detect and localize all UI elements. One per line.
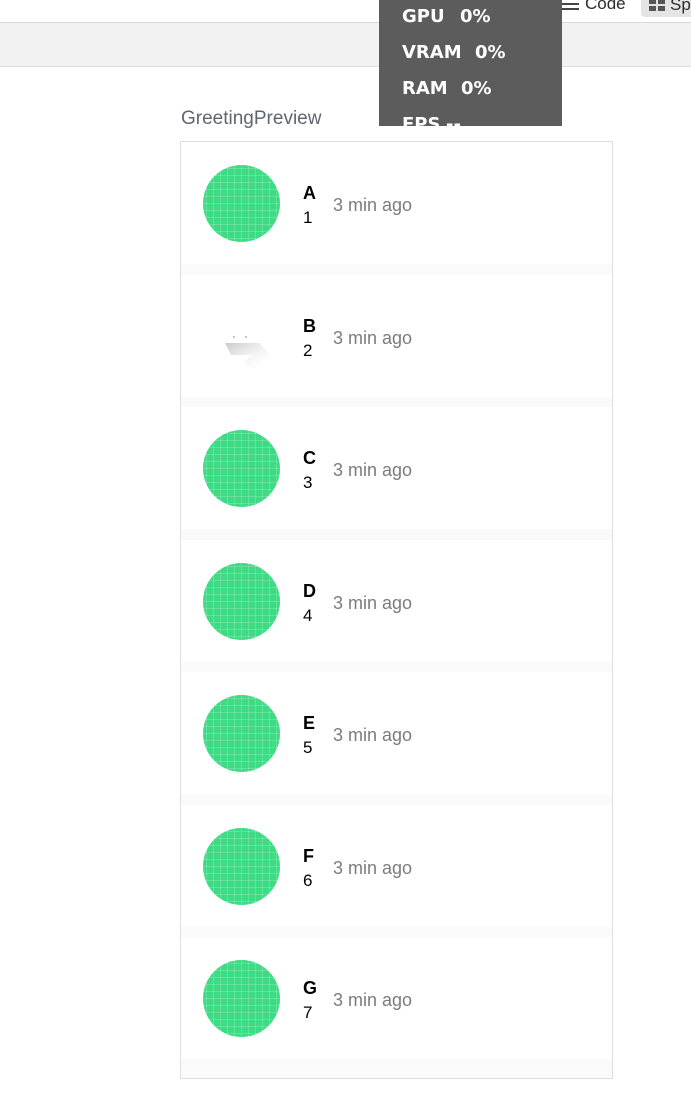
item-name: A: [303, 183, 316, 203]
item-number: 4: [303, 606, 313, 625]
gpu-stat: GPU 0%: [402, 0, 562, 34]
split-view-icon: [649, 0, 665, 11]
item-name: F: [303, 846, 314, 866]
preview-title: GreetingPreview: [181, 108, 322, 129]
item-timestamp: 3 min ago: [333, 725, 413, 745]
item-number: 5: [303, 738, 313, 757]
top-toolbar: Code Sp: [0, 0, 691, 23]
avatar-image: [203, 165, 280, 242]
broken-image-icon: [225, 336, 271, 369]
avatar-image: [203, 563, 280, 640]
list-item[interactable]: D 4 3 min ago: [181, 540, 612, 662]
split-view-button[interactable]: Sp: [641, 0, 691, 17]
gpu-label: GPU: [402, 5, 445, 27]
menu-lines-icon: [561, 0, 579, 10]
fps-value: --: [446, 113, 461, 135]
avatar-image: [203, 828, 280, 905]
item-name: B: [303, 316, 316, 336]
item-name: D: [303, 581, 316, 601]
code-view-label: Code: [585, 0, 626, 13]
item-timestamp: 3 min ago: [333, 195, 413, 215]
item-name: G: [303, 978, 318, 998]
vram-label: VRAM: [402, 41, 462, 63]
vram-stat: VRAM 0%: [402, 34, 562, 70]
list-item[interactable]: C 3 3 min ago: [181, 407, 612, 529]
ram-label: RAM: [402, 77, 448, 99]
item-number: 6: [303, 871, 313, 890]
vram-value: 0%: [475, 41, 506, 63]
list-item[interactable]: F 6 3 min ago: [181, 805, 612, 927]
split-view-label: Sp: [670, 0, 691, 14]
ram-stat: RAM 0%: [402, 70, 562, 106]
avatar-image: [203, 430, 280, 507]
item-number: 7: [303, 1003, 313, 1022]
item-number: 3: [303, 473, 313, 492]
ram-value: 0%: [461, 77, 492, 99]
greeting-preview-panel[interactable]: A 1 3 min ago B 2 3 min ago C 3 3 min ago D 4 3 min…: [180, 141, 613, 1079]
fps-stat: FPS --: [402, 106, 562, 142]
avatar-image: [203, 960, 280, 1037]
item-name: C: [303, 448, 316, 468]
item-name: E: [303, 713, 316, 733]
list-item[interactable]: E 5 3 min ago: [181, 672, 612, 794]
item-timestamp: 3 min ago: [333, 858, 413, 878]
code-view-button[interactable]: Code: [561, 0, 626, 14]
avatar-image: [203, 695, 280, 772]
list-item[interactable]: B 2 3 min ago: [181, 275, 612, 397]
item-timestamp: 3 min ago: [333, 990, 413, 1010]
item-timestamp: 3 min ago: [333, 460, 413, 480]
gpu-value: 0%: [460, 5, 491, 27]
list-item[interactable]: A 1 3 min ago: [181, 142, 612, 264]
list-item[interactable]: G 7 3 min ago: [181, 937, 612, 1059]
preview-toolbar: [0, 23, 691, 67]
item-number: 1: [303, 208, 313, 227]
item-timestamp: 3 min ago: [333, 593, 413, 613]
item-timestamp: 3 min ago: [333, 328, 413, 348]
performance-overlay: GPU 0% VRAM 0% RAM 0% FPS --: [379, 0, 562, 135]
item-number: 2: [303, 341, 313, 360]
fps-label: FPS: [402, 113, 441, 135]
